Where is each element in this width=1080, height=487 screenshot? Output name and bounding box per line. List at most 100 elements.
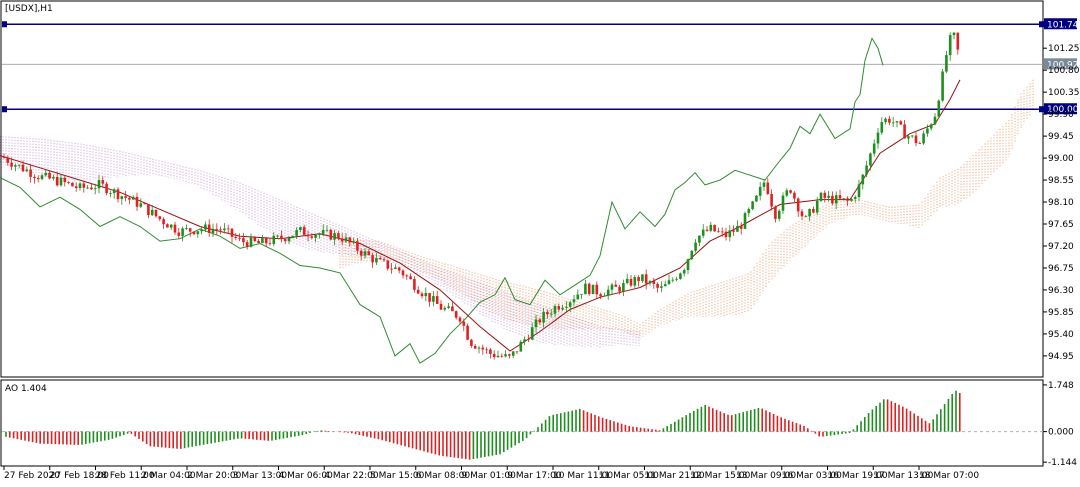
candle-body — [618, 286, 621, 292]
candle-body — [538, 319, 542, 323]
candle-body — [264, 238, 268, 244]
candle-body — [546, 311, 549, 315]
candle-body — [842, 198, 846, 200]
candle-body — [325, 229, 329, 231]
candle-body — [728, 230, 732, 238]
candle-body — [44, 172, 48, 176]
candle-body — [850, 198, 853, 201]
candle-body — [511, 351, 515, 356]
candle-body — [154, 209, 158, 217]
candle-body — [694, 242, 697, 251]
candle-body — [625, 278, 629, 284]
candle-body — [17, 164, 21, 166]
candle-body — [71, 182, 74, 187]
line-handle-right — [1039, 106, 1044, 113]
candle-body — [682, 270, 686, 274]
candle-body — [378, 258, 382, 260]
candle-body — [112, 189, 116, 194]
candle-body — [789, 190, 792, 193]
candle-body — [219, 229, 222, 231]
candle-body — [287, 238, 291, 242]
candle-body — [736, 225, 739, 232]
candle-body — [59, 177, 63, 186]
candle-body — [405, 275, 409, 277]
candle-body — [226, 228, 230, 230]
line-handle-right — [1039, 21, 1044, 28]
candle-body — [21, 164, 25, 172]
price-tick-label: 97.20 — [1048, 242, 1074, 252]
candle-body — [120, 196, 124, 200]
background — [0, 0, 1080, 483]
price-tick-label: 98.55 — [1048, 176, 1074, 186]
candle-body — [462, 321, 466, 326]
candle-body — [348, 237, 352, 243]
candle-body — [796, 198, 800, 212]
candle-body — [329, 229, 333, 240]
chart-canvas: 101.74100.00100.92 101.25100.80100.3599.… — [0, 0, 1080, 483]
line-handle-left — [2, 21, 7, 28]
candle-body — [663, 284, 667, 287]
candle-body — [253, 237, 257, 242]
candle-body — [268, 243, 272, 245]
candle-body — [515, 351, 519, 353]
candle-body — [128, 197, 131, 200]
candle-body — [386, 260, 390, 269]
candle-body — [869, 153, 872, 166]
candle-body — [675, 278, 678, 280]
candle-body — [451, 306, 454, 312]
candle-body — [200, 229, 203, 232]
candle-body — [530, 327, 534, 340]
candle-body — [823, 192, 827, 198]
candle-body — [139, 203, 143, 207]
candle-body — [888, 118, 891, 123]
candle-body — [261, 238, 264, 244]
candle-body — [652, 281, 656, 284]
candle-body — [356, 241, 359, 251]
candle-body — [124, 196, 127, 198]
candle-body — [698, 235, 701, 243]
candle-body — [956, 32, 960, 50]
candle-body — [473, 345, 477, 349]
candle-body — [485, 349, 488, 351]
candle-body — [291, 235, 295, 239]
candle-body — [739, 225, 743, 229]
candle-body — [416, 289, 420, 294]
candle-body — [192, 231, 196, 235]
candle-body — [215, 228, 219, 230]
candle-body — [481, 347, 485, 350]
candle-body — [690, 250, 694, 260]
ao-label: AO 1.404 — [5, 384, 47, 394]
candle-body — [283, 239, 287, 242]
candle-body — [857, 184, 861, 198]
candle-body — [435, 296, 439, 304]
candle-body — [109, 193, 112, 194]
line-handle-left — [2, 106, 7, 113]
candle-body — [880, 122, 884, 133]
candle-body — [204, 224, 207, 230]
candle-body — [367, 251, 371, 256]
candle-body — [945, 55, 948, 72]
candle-body — [762, 182, 766, 187]
candle-body — [903, 124, 906, 139]
candle-body — [276, 235, 279, 237]
candle-body — [595, 284, 599, 295]
candle-body — [838, 195, 842, 199]
candle-body — [500, 355, 504, 357]
candle-body — [223, 228, 226, 231]
candle-body — [572, 299, 576, 303]
candle-body — [238, 237, 241, 239]
candle-body — [568, 302, 572, 307]
candle-body — [584, 283, 587, 295]
candle-body — [785, 190, 789, 196]
candle-body — [933, 116, 937, 125]
candle-body — [52, 176, 55, 179]
candle-body — [257, 241, 260, 244]
candle-body — [359, 250, 363, 256]
candle-body — [637, 277, 640, 282]
candle-body — [952, 32, 956, 36]
candle-body — [489, 349, 492, 354]
candle-body — [181, 228, 184, 236]
candle-body — [2, 156, 6, 158]
candle-body — [147, 204, 150, 216]
candle-body — [899, 121, 903, 125]
